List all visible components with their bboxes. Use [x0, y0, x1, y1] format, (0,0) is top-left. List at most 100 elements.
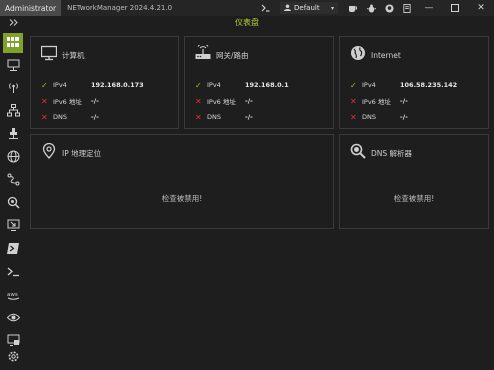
sidebar-item-port-scanner[interactable] [3, 124, 23, 144]
profile-select[interactable]: Default ▾ [280, 2, 338, 14]
x-icon: ✕ [350, 112, 357, 122]
ipv4-row: ✓ IPv4 192.168.0.173 [41, 77, 144, 93]
card-title: 计算机 [62, 50, 85, 60]
sidebar-item-remote-desktop[interactable] [3, 216, 23, 236]
dns-row: ✕ DNS -/- [195, 109, 289, 125]
card-title: 网关/路由 [216, 50, 249, 60]
chevron-down-icon: ▾ [330, 4, 334, 12]
close-button[interactable]: ✕ [468, 0, 494, 16]
ethernet-port-icon [7, 125, 20, 144]
dns-row: ✕ DNS -/- [41, 109, 144, 125]
x-icon: ✕ [41, 112, 48, 122]
eye-icon [6, 309, 20, 328]
dns-resolver-card: DNS 解析器 检查被禁用! [339, 134, 489, 229]
ipv6-row: ✕ IPv6 地址 -/- [41, 93, 144, 109]
row-value: -/- [245, 97, 253, 105]
sidebar-item-wifi[interactable] [3, 78, 23, 98]
row-label: IPv4 [207, 81, 221, 89]
bug-icon[interactable] [362, 0, 380, 16]
row-label: IPv4 [362, 81, 376, 89]
x-icon: ✕ [195, 112, 202, 122]
globe-icon [7, 148, 20, 167]
terminal-icon [7, 263, 20, 282]
sidebar-item-settings[interactable] [3, 347, 23, 367]
row-value: -/- [91, 113, 99, 121]
x-icon: ✕ [41, 96, 48, 106]
row-value: -/- [91, 97, 99, 105]
row-label: DNS [53, 113, 67, 121]
internet-card: Internet ✓ IPv4 106.58.235.142 ✕ IPv6 地址 -/-… [339, 36, 489, 129]
globe-icon [350, 45, 366, 65]
maximize-button[interactable] [442, 0, 468, 16]
sidebar-item-network-interface[interactable] [3, 56, 23, 76]
sidebar: aws [0, 29, 26, 370]
dashboard-icon [6, 34, 20, 53]
row-label: IPv6 地址 [53, 98, 82, 106]
monitor-icon [40, 45, 58, 65]
sidebar-item-putty[interactable] [3, 262, 23, 282]
map-marker-icon [41, 142, 57, 163]
ipv4-row: ✓ IPv4 192.168.0.1 [195, 77, 289, 93]
card-title: IP 地理定位 [62, 148, 102, 158]
ip-geolocation-card: IP 地理定位 检查被禁用! [30, 134, 334, 229]
row-value: -/- [400, 113, 408, 121]
wifi-antenna-icon [7, 79, 20, 98]
profile-name: Default [294, 4, 320, 12]
coffee-icon[interactable] [344, 0, 362, 16]
app-title: NETworkManager 2024.4.21.0 [67, 4, 173, 12]
row-label: DNS [362, 113, 376, 121]
sidebar-item-traceroute[interactable] [3, 170, 23, 190]
ipv6-row: ✕ IPv6 地址 -/- [350, 93, 457, 109]
row-label: IPv4 [53, 81, 67, 89]
page-title: 仪表盘 [235, 18, 259, 27]
title-bar: Administrator NETworkManager 2024.4.21.0… [0, 0, 494, 16]
sidebar-item-dashboard[interactable] [3, 33, 23, 53]
settings-icon [7, 348, 20, 367]
terminal-prompt-icon[interactable] [256, 0, 274, 16]
ipv4-row: ✓ IPv4 106.58.235.142 [350, 77, 457, 93]
aws-icon: aws [7, 286, 20, 305]
documentation-icon[interactable] [398, 0, 416, 16]
user-icon [284, 3, 291, 13]
x-icon: ✕ [350, 96, 357, 106]
row-value: 192.168.0.173 [91, 81, 144, 89]
svg-text:aws: aws [7, 292, 18, 298]
ipv6-row: ✕ IPv6 地址 -/- [195, 93, 289, 109]
router-icon [195, 43, 211, 65]
card-title: Internet [371, 50, 401, 60]
row-value: -/- [400, 97, 408, 105]
check-disabled-message: 检查被禁用! [161, 194, 203, 203]
check-icon: ✓ [350, 80, 357, 90]
search-network-icon [7, 194, 20, 213]
expand-menu-icon[interactable] [0, 16, 26, 29]
dns-row: ✕ DNS -/- [350, 109, 457, 125]
row-value: 192.168.0.1 [245, 81, 289, 89]
powershell-icon [6, 240, 20, 259]
github-icon[interactable] [380, 0, 398, 16]
minimize-button[interactable]: — [416, 0, 442, 16]
remote-desktop-icon [7, 217, 20, 236]
search-dns-icon [350, 143, 366, 163]
sidebar-item-tigervnc[interactable] [3, 308, 23, 328]
row-label: IPv6 地址 [207, 98, 236, 106]
row-value: 106.58.235.142 [400, 81, 458, 89]
sidebar-item-dns-lookup[interactable] [3, 193, 23, 213]
route-icon [7, 171, 20, 190]
check-icon: ✓ [195, 80, 202, 90]
computer-card: 计算机 ✓ IPv4 192.168.0.173 ✕ IPv6 地址 -/- ✕ DNS -… [30, 36, 179, 129]
sidebar-item-ip-scanner[interactable] [3, 101, 23, 121]
router-card: 网关/路由 ✓ IPv4 192.168.0.1 ✕ IPv6 地址 -/- ✕ DNS -… [184, 36, 334, 129]
row-label: DNS [207, 113, 221, 121]
row-value: -/- [245, 113, 253, 121]
sidebar-item-powershell[interactable] [3, 239, 23, 259]
monitor-network-icon [7, 57, 20, 76]
sidebar-item-aws-session-manager[interactable]: aws [3, 285, 23, 305]
x-icon: ✕ [195, 96, 202, 106]
network-topology-icon [6, 102, 20, 121]
row-label: IPv6 地址 [362, 98, 391, 106]
check-icon: ✓ [41, 80, 48, 90]
card-title: DNS 解析器 [371, 148, 413, 158]
administrator-badge: Administrator [0, 0, 62, 16]
sidebar-item-ping-monitor[interactable] [3, 147, 23, 167]
check-disabled-message: 检查被禁用! [393, 194, 435, 203]
